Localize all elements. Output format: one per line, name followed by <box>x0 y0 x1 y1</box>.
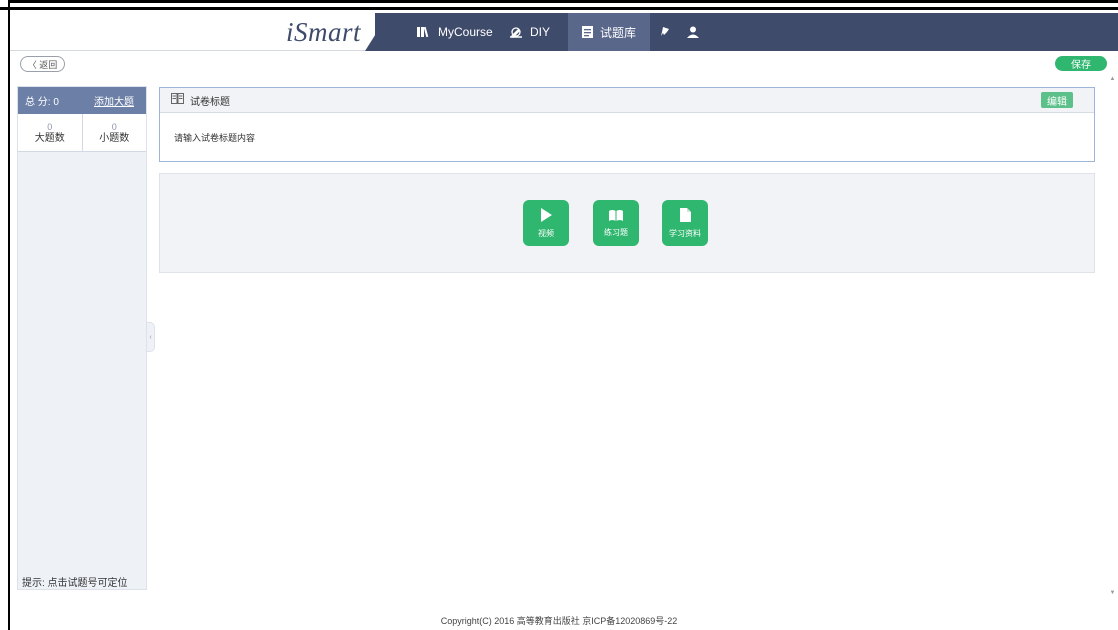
chevron-left-icon: ‹ <box>149 333 152 341</box>
sidebar-header: 总 分: 0 添加大题 <box>18 87 146 114</box>
exercise-label: 练习题 <box>604 227 628 237</box>
nav-item-question-bank[interactable]: 试题库 <box>568 13 651 51</box>
edit-button[interactable]: 编辑 <box>1041 92 1073 108</box>
open-book-icon <box>609 209 623 223</box>
top-navbar: iSmart MyCourse DIY 试题库 <box>10 13 1118 51</box>
nav-item-diy[interactable]: DIY <box>495 13 564 51</box>
paper-title-header: 试卷标题 <box>160 88 1094 113</box>
book-icon <box>417 26 431 38</box>
section-count: 0 大题数 <box>18 114 83 151</box>
sidebar-stats: 0 大题数 0 小题数 <box>18 114 146 152</box>
user-button[interactable] <box>680 13 706 51</box>
paper-title-card: 试卷标题 编辑 请输入试卷标题内容 <box>159 87 1095 162</box>
total-score-label: 总 分: 0 <box>25 97 59 108</box>
pen-icon <box>509 26 523 38</box>
file-icon <box>679 207 691 224</box>
nav-item-label: MyCourse <box>438 25 493 39</box>
section-count-value: 0 <box>47 121 53 132</box>
paper-title-content[interactable]: 请输入试卷标题内容 <box>160 113 1094 162</box>
footer-copyright: Copyright(C) 2016 高等教育出版社 京ICP备12020869号… <box>440 616 678 626</box>
resource-panel: 视频 练习题 学习资料 <box>159 173 1095 273</box>
nav-item-label: DIY <box>530 25 551 39</box>
scroll-up-arrow-icon[interactable]: ▲ <box>1109 76 1116 84</box>
section-count-label: 大题数 <box>34 132 65 144</box>
sidebar-collapse-toggle[interactable]: ‹ <box>147 322 155 352</box>
ismart-logo[interactable]: iSmart <box>286 17 361 48</box>
question-count: 0 小题数 <box>83 114 147 151</box>
sidebar-hint: 提示: 点击试题号可定位 <box>18 573 146 589</box>
play-icon <box>540 207 552 224</box>
back-button[interactable]: 〈 返回 <box>20 56 65 72</box>
user-icon <box>687 26 699 38</box>
video-button[interactable]: 视频 <box>523 200 569 246</box>
nav-bar-dark: MyCourse DIY 试题库 <box>375 13 1118 51</box>
document-icon <box>582 26 593 38</box>
add-section-link[interactable]: 添加大题 <box>94 93 134 108</box>
pin-icon <box>660 26 672 38</box>
open-book-icon <box>171 93 184 107</box>
video-label: 视频 <box>538 228 554 238</box>
nav-item-mycourse[interactable]: MyCourse <box>403 13 507 51</box>
nav-item-label: 试题库 <box>600 25 637 40</box>
save-button[interactable]: 保存 <box>1055 56 1107 71</box>
question-sidebar: 总 分: 0 添加大题 0 大题数 0 小题数 提示: 点击试题号可定位 <box>17 86 147 590</box>
materials-button[interactable]: 学习资料 <box>662 200 708 246</box>
materials-label: 学习资料 <box>669 228 701 238</box>
scroll-down-arrow-icon[interactable]: ▼ <box>1109 590 1116 598</box>
exercise-button[interactable]: 练习题 <box>593 200 639 246</box>
paper-title-heading: 试卷标题 <box>190 96 230 108</box>
question-count-value: 0 <box>111 121 117 132</box>
pin-button[interactable] <box>653 13 679 51</box>
question-count-label: 小题数 <box>99 132 130 144</box>
